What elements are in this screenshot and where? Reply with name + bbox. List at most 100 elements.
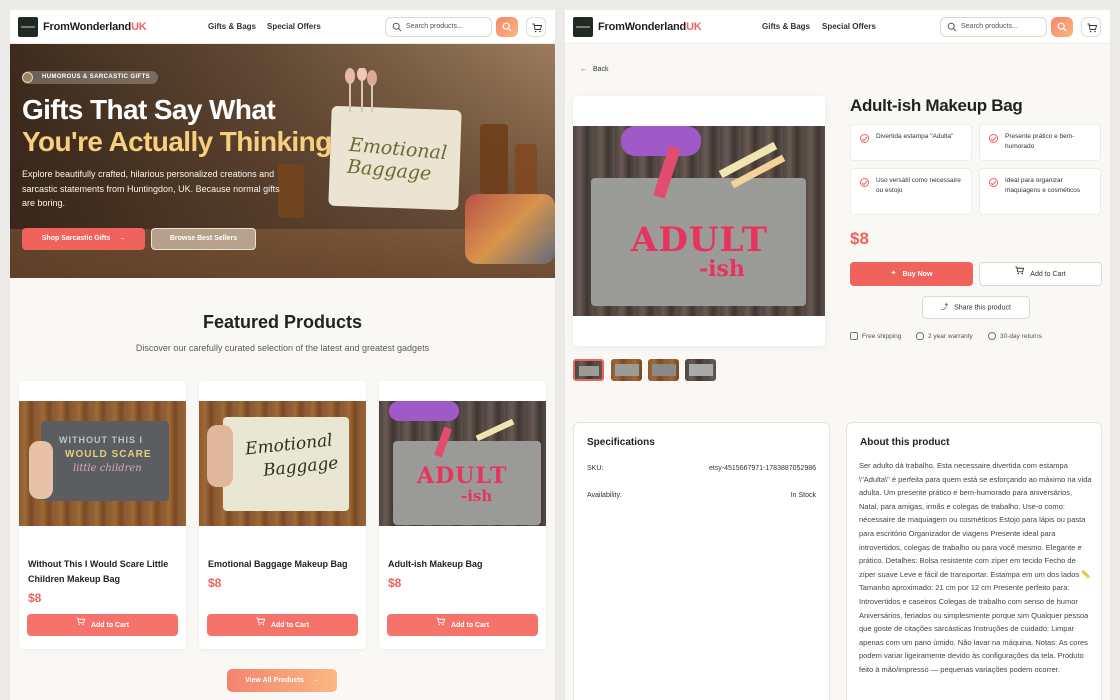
browse-best-sellers-button[interactable]: Browse Best Sellers xyxy=(151,228,256,250)
lightning-icon: ✦ xyxy=(890,270,897,277)
feature-card: Presente prático e bem-humorado xyxy=(979,124,1101,161)
nav-special-offers[interactable]: Special Offers xyxy=(822,22,876,31)
shop-sarcastic-gifts-button[interactable]: Shop Sarcastic Gifts → xyxy=(22,228,145,250)
cart-icon xyxy=(76,614,86,636)
specifications-card: Specifications SKU: etsy-4515667971-1783… xyxy=(573,422,830,700)
spec-key-availability: Availability: xyxy=(587,492,622,499)
product-image[interactable]: ADULT -ish xyxy=(379,401,546,526)
check-circle-icon xyxy=(860,178,869,187)
nav-gifts-bags[interactable]: Gifts & Bags xyxy=(762,22,810,31)
search-placeholder: Search products... xyxy=(406,23,463,30)
about-description: Ser adulto dá trabalho. Esta necessaire … xyxy=(859,461,1092,674)
back-link[interactable]: ← Back xyxy=(580,66,609,73)
feature-card: Divertida estampa "Adulta" xyxy=(850,124,972,161)
cart-icon xyxy=(436,614,446,636)
product-card[interactable]: WITHOUT THIS I WOULD SCARE little childr… xyxy=(19,381,186,649)
hero-bottle-image xyxy=(515,144,537,200)
makeup-brushes-image xyxy=(345,68,377,112)
product-card[interactable]: Emotional Baggage Emotional Baggage Make… xyxy=(199,381,366,649)
site-header: FromWonderlandUK Gifts & Bags Special Of… xyxy=(10,10,555,44)
perk-free-shipping: Free shipping xyxy=(862,333,902,340)
search-icon xyxy=(502,22,512,32)
product-price: $8 xyxy=(208,576,222,590)
add-to-cart-button[interactable]: Add to Cart xyxy=(27,614,178,636)
hero-scarf-image xyxy=(465,194,555,264)
specifications-title: Specifications xyxy=(587,437,655,448)
truck-icon xyxy=(850,332,858,340)
check-circle-icon xyxy=(989,134,998,143)
hand-image xyxy=(207,425,233,487)
perk-returns: 30-day returns xyxy=(1000,333,1042,340)
site-header: FromWonderlandUK Gifts & Bags Special Of… xyxy=(565,10,1110,44)
refresh-icon xyxy=(988,332,996,340)
share-icon: ⤴ xyxy=(941,304,949,311)
search-button[interactable] xyxy=(496,17,518,37)
product-title[interactable]: Adult-ish Makeup Bag xyxy=(388,557,538,572)
spec-value-sku: etsy-4515667971-1783887052986 xyxy=(708,465,816,472)
product-thumbnail[interactable] xyxy=(648,359,679,381)
hero-title-line2: You're Actually Thinking xyxy=(22,126,332,157)
cart-icon xyxy=(1015,263,1025,285)
hero-bag-text: Emotional Baggage xyxy=(346,133,448,185)
check-circle-icon xyxy=(860,134,869,143)
view-all-products-button[interactable]: View All Products → xyxy=(227,669,337,692)
spec-value-availability: In Stock xyxy=(790,492,816,499)
product-thumbnail[interactable] xyxy=(685,359,716,381)
product-thumbnail[interactable] xyxy=(573,359,604,381)
arrow-right-icon: → xyxy=(311,677,319,684)
buy-now-button[interactable]: ✦ Buy Now xyxy=(850,262,973,286)
hero-title-line1: Gifts That Say What xyxy=(22,94,276,125)
featured-products-title: Featured Products xyxy=(202,312,363,332)
tape-image xyxy=(389,401,459,421)
search-button[interactable] xyxy=(1051,17,1073,37)
search-input[interactable]: Search products... xyxy=(385,17,492,37)
product-title[interactable]: Emotional Baggage Makeup Bag xyxy=(208,557,358,572)
add-to-cart-button[interactable]: Add to Cart xyxy=(387,614,538,636)
search-icon xyxy=(392,22,402,32)
product-title: Adult-ish Makeup Bag xyxy=(850,96,1023,115)
nav-special-offers[interactable]: Special Offers xyxy=(267,22,321,31)
cart-button[interactable] xyxy=(1081,17,1101,37)
product-price: $8 xyxy=(388,576,402,590)
search-input[interactable]: Search products... xyxy=(940,17,1047,37)
add-to-cart-button[interactable]: Add to Cart xyxy=(979,262,1102,286)
feature-card: Ideal para organizar maquiagens e cosmét… xyxy=(979,168,1101,215)
hero-description: Explore beautifully crafted, hilarious p… xyxy=(22,169,280,208)
product-detail-panel: FromWonderlandUK Gifts & Bags Special Of… xyxy=(565,10,1110,700)
feature-card: Uso versátil como necessaire ou estojo xyxy=(850,168,972,215)
perk-warranty: 2 year warranty xyxy=(928,333,973,340)
cart-icon xyxy=(532,23,542,33)
cart-button[interactable] xyxy=(526,17,546,37)
product-image[interactable]: WITHOUT THIS I WOULD SCARE little childr… xyxy=(19,401,186,526)
search-placeholder: Search products... xyxy=(961,23,1018,30)
arrow-right-icon: → xyxy=(118,235,126,242)
product-card[interactable]: ADULT -ish Adult-ish Makeup Bag $8 Add t… xyxy=(379,381,546,649)
product-image[interactable]: Emotional Baggage xyxy=(199,401,366,526)
logo-icon[interactable] xyxy=(18,17,38,37)
brand-name[interactable]: FromWonderlandUK xyxy=(598,21,702,33)
product-thumbnail[interactable] xyxy=(611,359,642,381)
shield-icon xyxy=(916,332,924,340)
about-product-card: About this product Ser adulto dá trabalh… xyxy=(846,422,1102,700)
nav-gifts-bags[interactable]: Gifts & Bags xyxy=(208,22,256,31)
pencil-image xyxy=(475,418,515,442)
about-title: About this product xyxy=(860,437,950,448)
search-icon xyxy=(947,22,957,32)
tape-image xyxy=(621,126,701,156)
search-icon xyxy=(1057,22,1067,32)
homepage-panel: FromWonderlandUK Gifts & Bags Special Of… xyxy=(10,10,555,700)
hand-image xyxy=(29,441,53,499)
spec-key-sku: SKU: xyxy=(587,465,604,472)
hero-badge: HUMOROUS & SARCASTIC GIFTS xyxy=(22,71,159,84)
cart-icon xyxy=(256,614,266,636)
product-main-image[interactable]: ADULT -ish xyxy=(573,96,825,346)
hero-bottle-image xyxy=(480,124,508,194)
product-title[interactable]: Without This I Would Scare Little Childr… xyxy=(28,557,178,587)
arrow-left-icon: ← xyxy=(580,66,587,73)
product-price: $8 xyxy=(850,229,869,248)
share-button[interactable]: ⤴ Share this product xyxy=(922,296,1030,319)
logo-icon[interactable] xyxy=(573,17,593,37)
brand-name[interactable]: FromWonderlandUK xyxy=(43,21,147,33)
product-price: $8 xyxy=(28,591,42,605)
add-to-cart-button[interactable]: Add to Cart xyxy=(207,614,358,636)
